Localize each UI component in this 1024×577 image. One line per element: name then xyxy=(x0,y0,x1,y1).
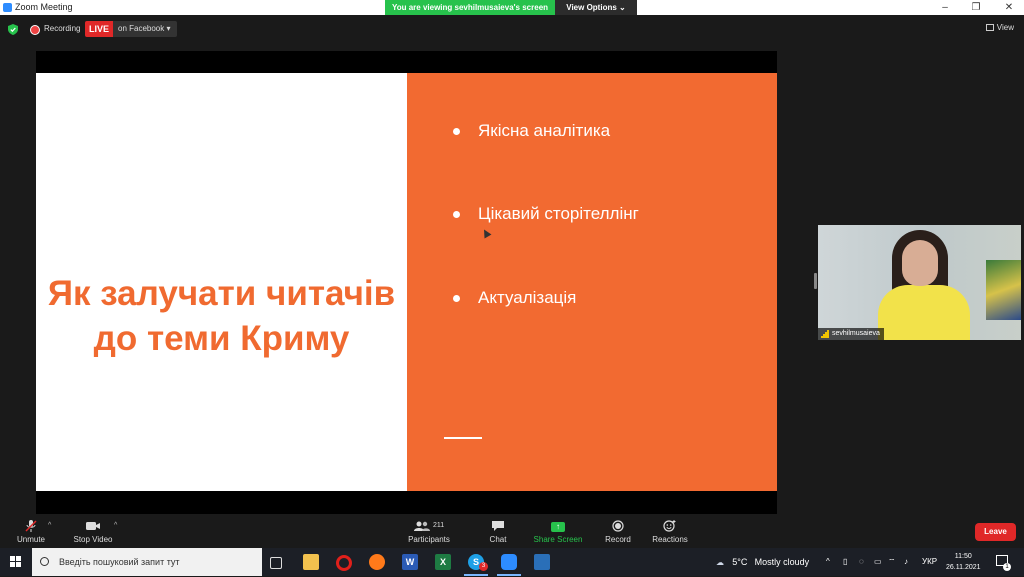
reactions-button[interactable]: Reactions xyxy=(650,520,690,544)
chevron-down-icon: ▾ xyxy=(166,24,171,33)
slide-bullet: Якісна аналітика xyxy=(453,121,610,141)
audio-options-chevron-icon[interactable]: ^ xyxy=(48,522,51,529)
file-explorer-icon[interactable] xyxy=(303,554,319,570)
photos-icon[interactable] xyxy=(534,554,550,570)
close-button[interactable]: ✕ xyxy=(994,0,1024,15)
weather-temp: 5°C xyxy=(732,557,748,567)
muted-microphone-icon xyxy=(25,520,37,532)
slide-divider-line xyxy=(444,437,482,439)
task-view-icon[interactable] xyxy=(270,557,282,569)
chat-icon xyxy=(492,521,504,531)
slide-right-panel: Якісна аналітика Цікавий сторітеллінг Ак… xyxy=(407,73,777,491)
participants-label: Participants xyxy=(408,535,450,544)
participant-name-tag: sevhilmusaieva xyxy=(818,328,884,340)
live-target-dropdown[interactable]: on Facebook ▾ xyxy=(113,21,177,37)
slide-title: Як залучати читачів до теми Криму xyxy=(47,274,396,358)
slide-bullet-text: Цікавий сторітеллінг xyxy=(478,204,639,223)
recording-icon[interactable] xyxy=(30,25,40,35)
volume-icon[interactable]: ♪ xyxy=(904,548,908,576)
participant-video[interactable]: sevhilmusaieva xyxy=(818,225,1021,340)
slide-bullet: Актуалізація xyxy=(453,288,576,308)
chat-label: Chat xyxy=(489,535,507,544)
slide-bullet-text: Актуалізація xyxy=(478,288,577,307)
sharing-banner: You are viewing sevhilmusaieva's screen xyxy=(385,0,555,15)
view-label: View xyxy=(996,23,1014,32)
shared-screen[interactable]: Як залучати читачів до теми Криму Якісна… xyxy=(36,51,777,514)
window-title-bar: Zoom Meeting You are viewing sevhilmusai… xyxy=(0,0,1024,15)
bullet-dot-icon xyxy=(453,211,460,219)
stop-video-label: Stop Video xyxy=(73,535,113,544)
record-button[interactable]: Record xyxy=(601,520,635,544)
encryption-shield-icon[interactable] xyxy=(8,24,18,35)
reactions-label: Reactions xyxy=(652,535,688,544)
leave-button[interactable]: Leave xyxy=(975,523,1016,541)
restore-button[interactable]: ❐ xyxy=(961,0,991,15)
video-person-face xyxy=(902,240,938,286)
zoom-app-icon xyxy=(3,3,12,12)
cloud-icon: ☁ xyxy=(716,558,724,567)
video-person-body xyxy=(878,285,970,340)
audio-level-icon xyxy=(821,330,829,338)
video-options-chevron-icon[interactable]: ^ xyxy=(114,522,117,529)
weather-text: Mostly cloudy xyxy=(754,557,810,567)
share-screen-icon: ↑ xyxy=(551,522,565,532)
minimize-button[interactable]: – xyxy=(930,0,960,15)
stop-video-button[interactable]: Stop Video xyxy=(70,520,116,544)
windows-start-icon[interactable] xyxy=(0,548,30,576)
opera-icon[interactable] xyxy=(336,555,352,571)
live-badge[interactable]: LIVE xyxy=(85,21,113,37)
share-screen-button[interactable]: ↑ Share Screen xyxy=(531,520,585,544)
unmute-button[interactable]: Unmute xyxy=(12,520,50,544)
weather-widget[interactable]: ☁ 5°C Mostly cloudy xyxy=(716,548,809,576)
slide-bullet: Цікавий сторітеллінг xyxy=(453,204,639,224)
word-icon[interactable]: W xyxy=(402,554,418,570)
view-button[interactable]: View xyxy=(985,23,1014,32)
reactions-icon xyxy=(663,520,676,532)
clock-time: 11:50 xyxy=(954,553,972,560)
excel-icon[interactable]: X xyxy=(435,554,451,570)
record-label: Record xyxy=(605,535,631,544)
system-clock[interactable]: 11:50 26.11.2021 xyxy=(946,551,981,573)
live-target-label: on Facebook xyxy=(118,24,165,33)
search-placeholder: Введіть пошуковий запит тут xyxy=(59,557,180,567)
slide-bullet-text: Якісна аналітика xyxy=(478,121,611,140)
windows-taskbar: Введіть пошуковий запит тут W X S 3 ☁ 5°… xyxy=(0,548,1024,576)
language-indicator[interactable]: УКР xyxy=(922,548,937,576)
wifi-icon[interactable]: ⌔ xyxy=(888,548,896,576)
participants-icon: 211 xyxy=(404,520,454,532)
view-options-button[interactable]: View Options ⌄ xyxy=(555,0,637,15)
video-camera-icon xyxy=(86,522,100,530)
record-icon xyxy=(612,520,624,532)
recording-label[interactable]: Recording xyxy=(44,24,80,33)
bullet-dot-icon xyxy=(453,295,460,303)
tray-app-icon[interactable]: ▯ xyxy=(843,548,847,576)
tray-overflow-chevron-icon[interactable]: ^ xyxy=(826,548,830,576)
unmute-label: Unmute xyxy=(16,535,45,544)
notification-badge: 1 xyxy=(1003,563,1011,571)
skype-badge: 3 xyxy=(479,562,488,571)
share-screen-label: Share Screen xyxy=(533,535,583,544)
video-painting xyxy=(986,260,1021,320)
participant-name: sevhilmusaieva xyxy=(832,330,880,337)
clock-date: 26.11.2021 xyxy=(946,564,981,571)
taskbar-search-box[interactable]: Введіть пошуковий запит тут xyxy=(32,548,262,576)
chat-button[interactable]: Chat xyxy=(484,520,512,544)
grid-view-icon xyxy=(985,24,994,32)
network-icon[interactable]: ◌ xyxy=(859,548,864,576)
search-icon xyxy=(40,557,49,566)
view-options-label: View Options xyxy=(566,3,617,12)
window-title: Zoom Meeting xyxy=(15,2,73,12)
zoom-taskbar-icon[interactable] xyxy=(497,554,521,576)
presentation-slide: Як залучати читачів до теми Криму Якісна… xyxy=(36,73,777,491)
firefox-icon[interactable] xyxy=(369,554,385,570)
meeting-toolbar: Unmute ^ Stop Video ^ 211 Participants C… xyxy=(0,514,1024,548)
participants-count: 211 xyxy=(432,522,445,529)
panel-resize-handle[interactable] xyxy=(814,273,817,289)
slide-left-panel: Як залучати читачів до теми Криму xyxy=(36,73,407,491)
battery-icon[interactable]: ▭ xyxy=(874,548,882,576)
bullet-dot-icon xyxy=(453,128,460,136)
participants-button[interactable]: 211 Participants xyxy=(404,520,454,544)
